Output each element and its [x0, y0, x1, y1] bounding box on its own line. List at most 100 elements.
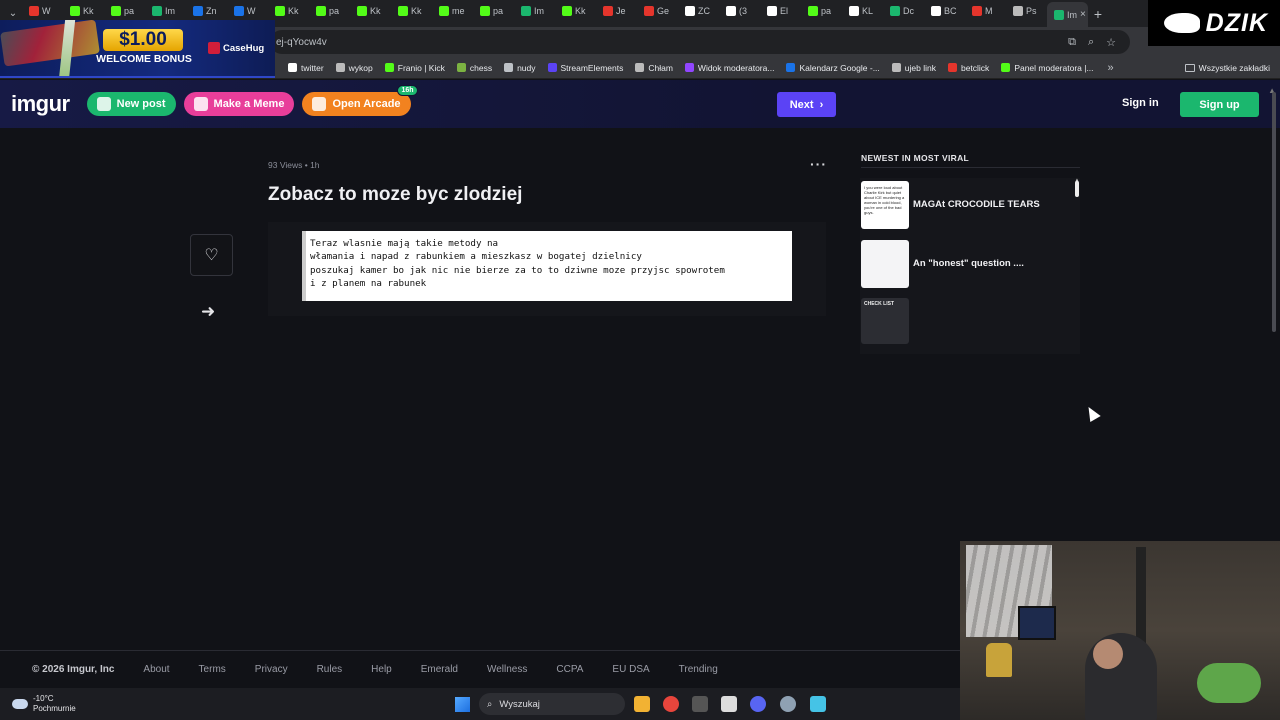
bookmarks-overflow-icon[interactable]: » [1108, 62, 1114, 74]
bookmark-item[interactable]: nudy [498, 63, 541, 73]
sign-up-button[interactable]: Sign up [1180, 92, 1259, 117]
tab-close-icon[interactable]: × [1080, 9, 1086, 20]
browser-tab[interactable]: Ge [637, 0, 678, 22]
windows-start-icon[interactable] [455, 697, 470, 712]
bookmark-item[interactable]: StreamElements [542, 63, 630, 73]
bookmark-item[interactable]: wykop [330, 63, 379, 73]
tab-favicon-icon [521, 6, 531, 16]
footer-link-eu-dsa[interactable]: EU DSA [612, 664, 649, 675]
tab-favicon-icon [29, 6, 39, 16]
bookmark-item[interactable]: twitter [282, 63, 330, 73]
streamer-face [1093, 639, 1123, 669]
all-bookmarks[interactable]: Wszystkie zakładki [1184, 63, 1280, 73]
cloud-icon [12, 699, 28, 709]
open-arcade-button[interactable]: Open Arcade 16h [302, 85, 418, 116]
browser-tab[interactable]: me [432, 0, 473, 22]
discord-icon[interactable] [750, 696, 766, 712]
tab-favicon-icon [562, 6, 572, 16]
browser-tab[interactable]: pa [473, 0, 514, 22]
sign-in-link[interactable]: Sign in [1122, 97, 1159, 109]
bookmark-item[interactable]: Kalendarz Google -... [780, 63, 885, 73]
browser-tab[interactable]: Ps [1006, 0, 1047, 22]
file-explorer-icon[interactable] [634, 696, 650, 712]
browser-tab[interactable]: BC [924, 0, 965, 22]
next-button[interactable]: Next › [777, 92, 836, 117]
bookmark-star-icon[interactable]: ☆ [1106, 36, 1116, 49]
browser-tab[interactable]: Je [596, 0, 637, 22]
thumb-checklist[interactable]: CHECK LIST [861, 298, 909, 344]
tab-favicon-icon [480, 6, 490, 16]
browser-tab[interactable]: Kk [268, 0, 309, 22]
browser-tab[interactable]: W [22, 0, 63, 22]
imgur-footer: © 2026 Imgur, Inc About Terms Privacy Ru… [0, 650, 960, 688]
casehug-ad-banner[interactable]: $1.00 WELCOME BONUS CaseHug [0, 20, 275, 78]
notepad-icon[interactable] [810, 696, 826, 712]
imgur-logo[interactable]: imgur [11, 91, 70, 117]
footer-link-ccpa[interactable]: CCPA [556, 664, 583, 675]
sidebar-scrollbar[interactable] [1075, 181, 1079, 197]
new-tab-button[interactable]: + [1088, 6, 1108, 22]
browser-tab[interactable]: M [965, 0, 1006, 22]
browser-tab[interactable]: pa [309, 0, 350, 22]
like-button[interactable]: ♡ [190, 234, 233, 276]
bookmark-label: Franio | Kick [397, 62, 445, 73]
bookmark-item[interactable]: Panel moderatora |... [995, 63, 1099, 73]
microphone-icon[interactable] [692, 696, 708, 712]
tab-favicon-icon [767, 6, 777, 16]
more-options-icon[interactable]: ··· [810, 156, 827, 172]
footer-link-privacy[interactable]: Privacy [255, 664, 288, 675]
tab-label: El [780, 6, 789, 16]
browser-tab[interactable]: pa [801, 0, 842, 22]
weather-widget[interactable]: -10°C Pochmurnie [12, 694, 76, 714]
bookmark-item[interactable]: betclick [942, 63, 995, 73]
list-item-label[interactable]: MAGAt CROCODILE TEARS [913, 199, 1040, 210]
page-scrollbar[interactable] [1272, 92, 1276, 332]
tab-label: Kk [288, 6, 299, 16]
bookmark-item[interactable]: chess [451, 63, 498, 73]
browser-tab[interactable]: Dc [883, 0, 924, 22]
new-post-button[interactable]: New post [86, 92, 176, 116]
browser-tab[interactable]: Kk [555, 0, 596, 22]
snipping-tool-icon[interactable] [721, 696, 737, 712]
browser-tab[interactable]: Zn [186, 0, 227, 22]
share-button[interactable]: ➜ [201, 302, 215, 322]
post-image[interactable]: ‾ ‾ ‾ ‾ ‾ ‾ ‾ ‾ ‾ ‾ ‾ ‾ ‾ ‾ Teraz wlasni… [302, 231, 792, 301]
trophy [986, 643, 1012, 677]
browser-tab[interactable]: Kk [63, 0, 104, 22]
thumb-crocodile-tears[interactable]: I you were loud about Charlie Kirk but q… [861, 181, 909, 229]
browser-tab[interactable]: ZC [678, 0, 719, 22]
browser-tab[interactable]: Im × [1047, 2, 1088, 27]
zoom-icon[interactable]: ⌕ [1088, 36, 1094, 49]
browser-tab[interactable]: Kk [350, 0, 391, 22]
url-field[interactable]: ej-qYocw4v ⧉ ⌕ ☆ [270, 30, 1130, 54]
chrome-icon[interactable] [663, 696, 679, 712]
bookmark-item[interactable]: ujeb link [886, 63, 942, 73]
browser-tab[interactable]: KL [842, 0, 883, 22]
bookmark-item[interactable]: Widok moderatora... [679, 63, 781, 73]
footer-link-rules[interactable]: Rules [317, 664, 343, 675]
footer-link-terms[interactable]: Terms [199, 664, 226, 675]
list-item-label[interactable]: An "honest" question .... [913, 258, 1024, 269]
footer-link-wellness[interactable]: Wellness [487, 664, 527, 675]
browser-tab[interactable]: Kk [391, 0, 432, 22]
ad-price: $1.00 [103, 29, 183, 51]
browser-tab[interactable]: Im [145, 0, 186, 22]
footer-link-trending[interactable]: Trending [679, 664, 718, 675]
make-meme-button[interactable]: Make a Meme [183, 92, 295, 116]
footer-link-help[interactable]: Help [371, 664, 392, 675]
tab-label: Im [1067, 9, 1077, 20]
footer-link-about[interactable]: About [143, 664, 169, 675]
taskbar-search[interactable]: ⌕ Wyszukaj [479, 693, 625, 715]
browser-tab[interactable]: pa [104, 0, 145, 22]
bookmark-item[interactable]: Franio | Kick [379, 63, 451, 73]
thumb-honest-question[interactable] [861, 240, 909, 288]
browser-tab[interactable]: W [227, 0, 268, 22]
translate-icon[interactable]: ⧉ [1068, 36, 1076, 49]
footer-link-emerald[interactable]: Emerald [421, 664, 458, 675]
settings-gear-icon[interactable] [780, 696, 796, 712]
dzik-watermark: DZIK [1148, 0, 1280, 46]
bookmark-item[interactable]: Chłam [629, 63, 679, 73]
browser-tab[interactable]: El [760, 0, 801, 22]
browser-tab[interactable]: (3 [719, 0, 760, 22]
browser-tab[interactable]: Im [514, 0, 555, 22]
